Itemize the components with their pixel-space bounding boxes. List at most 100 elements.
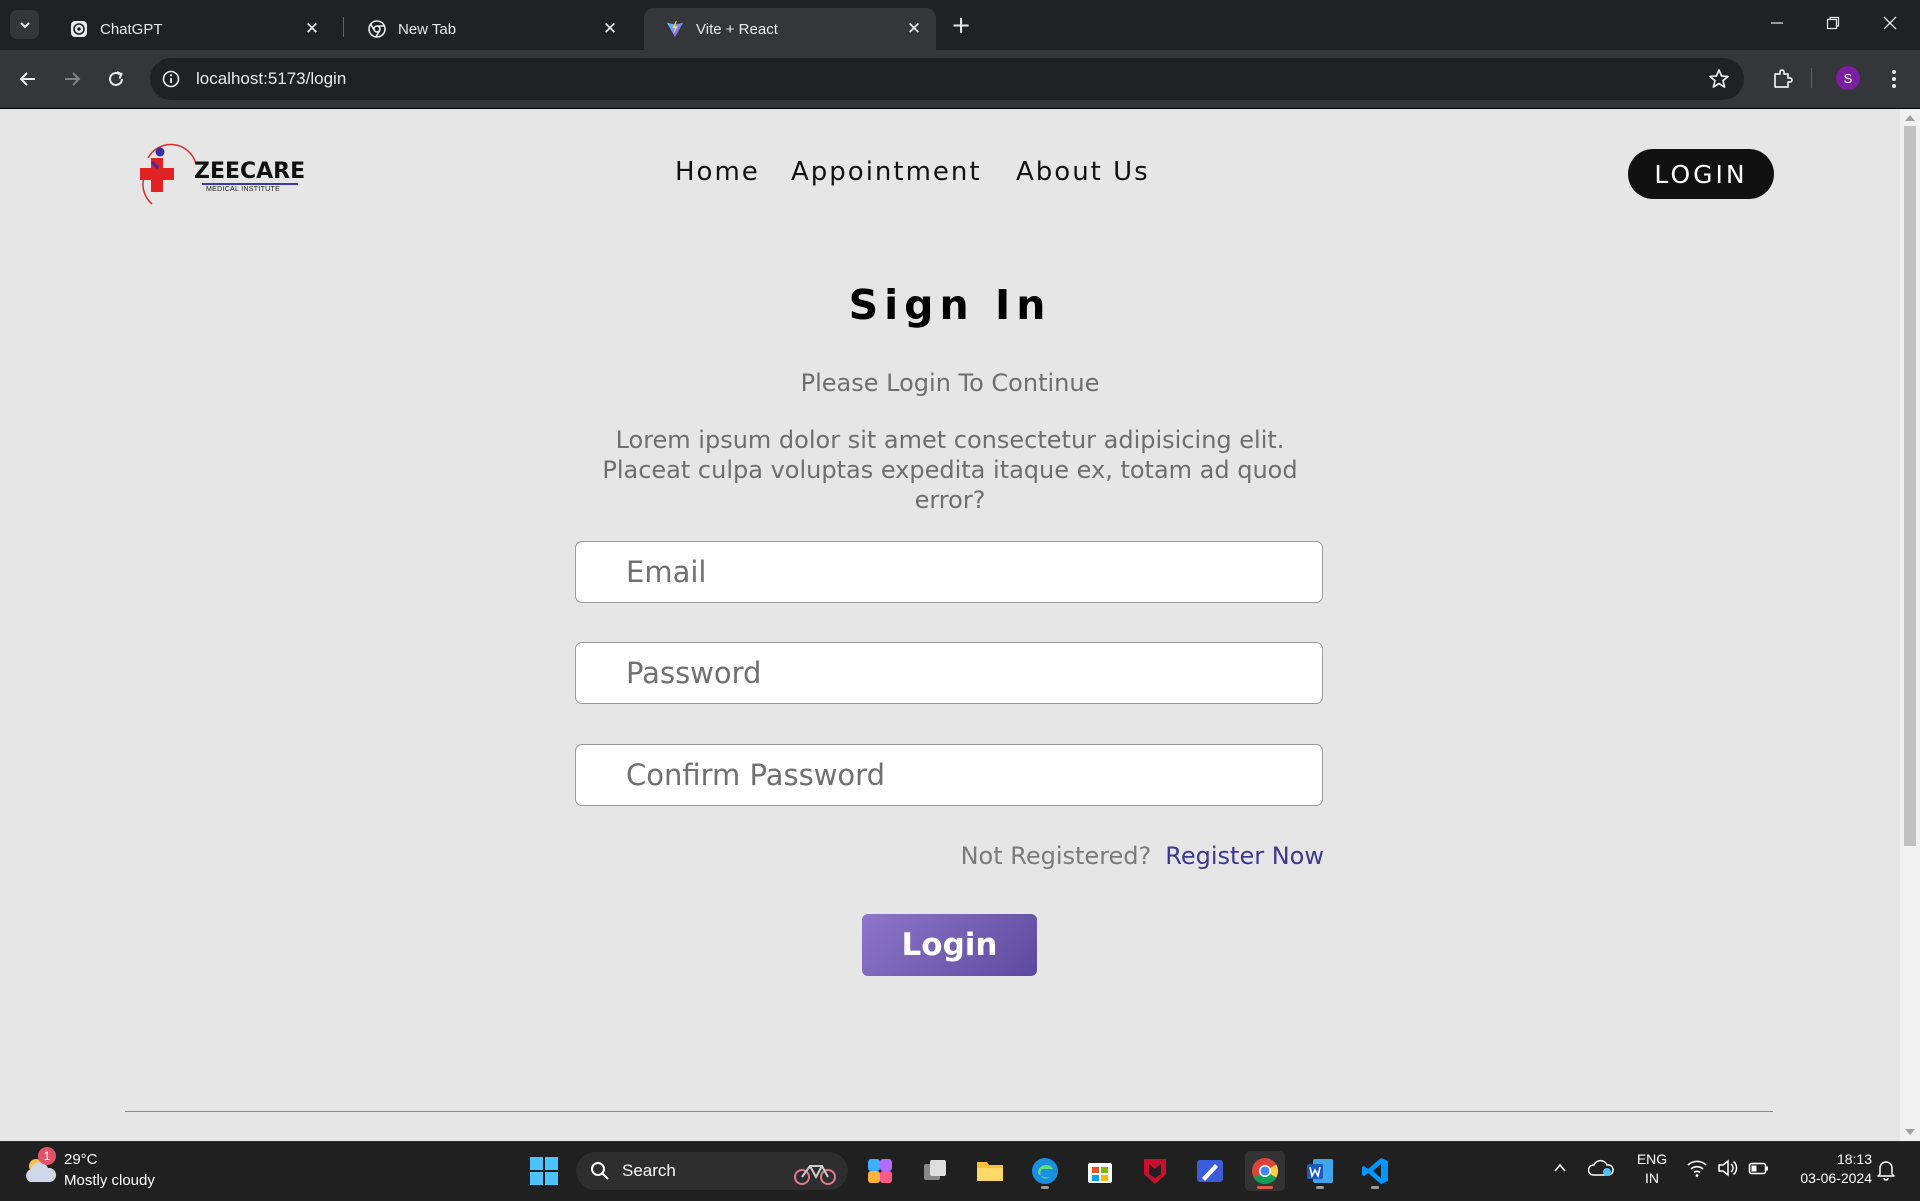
task-view-icon xyxy=(924,1160,946,1180)
edge-app[interactable] xyxy=(1025,1151,1065,1191)
chrome-menu-button[interactable] xyxy=(1880,65,1908,93)
web-page: ZEECARE MEDICAL INSTITUTE Home Appointme… xyxy=(0,109,1900,1141)
tab-separator xyxy=(343,17,344,37)
taskbar-search[interactable]: Search xyxy=(576,1152,848,1190)
tab-vite-react[interactable]: Vite + React ✕ xyxy=(644,8,936,50)
battery-icon xyxy=(1748,1162,1769,1175)
scroll-up-arrow-icon[interactable] xyxy=(1905,115,1915,121)
task-view-app[interactable] xyxy=(915,1151,955,1191)
nav-about-us[interactable]: About Us xyxy=(1016,157,1150,187)
page-scrollbar[interactable] xyxy=(1900,109,1920,1141)
windows-logo-icon xyxy=(530,1157,558,1185)
store-app[interactable] xyxy=(1080,1151,1120,1191)
bookmark-star-icon[interactable] xyxy=(1708,68,1730,94)
tab-title: Vite + React xyxy=(696,20,778,38)
chevron-up-icon xyxy=(1554,1163,1566,1172)
language-indicator[interactable]: ENG IN xyxy=(1632,1151,1672,1186)
nav-home[interactable]: Home xyxy=(675,157,760,187)
register-now-link[interactable]: Register Now xyxy=(1165,842,1324,870)
site-info-icon[interactable] xyxy=(160,68,182,90)
tab-strip: ChatGPT ✕ New Tab ✕ Vite + React ✕ + xyxy=(0,0,1920,50)
page-title: Sign In xyxy=(848,281,1052,329)
page-subtitle: Please Login To Continue xyxy=(800,369,1100,397)
logo-name: ZEECARE xyxy=(194,159,306,184)
confirm-password-field xyxy=(575,744,1323,806)
clock-date: 03-06-2024 xyxy=(1800,1170,1872,1186)
show-hidden-icons-button[interactable] xyxy=(1552,1160,1568,1180)
footer-divider xyxy=(125,1111,1773,1112)
close-icon[interactable]: ✕ xyxy=(600,19,620,39)
chrome-icon xyxy=(368,20,386,38)
chrome-app[interactable] xyxy=(1245,1151,1285,1191)
notifications-button[interactable] xyxy=(1876,1159,1896,1185)
scroll-down-arrow-icon[interactable] xyxy=(1905,1129,1915,1135)
logo-underline xyxy=(202,183,298,185)
word-app[interactable] xyxy=(1300,1151,1340,1191)
browser-toolbar: localhost:5173/login xyxy=(0,50,1920,109)
site-logo[interactable]: ZEECARE MEDICAL INSTITUTE xyxy=(138,142,305,210)
bell-icon xyxy=(1877,1161,1895,1181)
reload-button[interactable] xyxy=(100,63,132,95)
wifi-icon xyxy=(1687,1160,1707,1177)
running-indicator xyxy=(1316,1186,1324,1189)
not-registered-text: Not Registered? xyxy=(960,842,1152,870)
page-description: Lorem ipsum dolor sit amet consectetur a… xyxy=(602,426,1298,514)
tab-new-tab[interactable]: New Tab ✕ xyxy=(346,8,632,50)
extensions-button[interactable] xyxy=(1768,65,1796,93)
tab-title: ChatGPT xyxy=(100,20,163,38)
region-code: IN xyxy=(1645,1170,1659,1186)
language-code: ENG xyxy=(1636,1151,1668,1167)
tab-search-button[interactable] xyxy=(10,10,39,39)
address-bar[interactable]: localhost:5173/login xyxy=(150,58,1744,100)
mcafee-app[interactable] xyxy=(1135,1151,1175,1191)
weather-description: Mostly cloudy xyxy=(64,1172,155,1189)
file-explorer-app[interactable] xyxy=(970,1151,1010,1191)
weather-badge: 1 xyxy=(38,1147,56,1165)
running-indicator xyxy=(1371,1186,1379,1189)
login-submit-button[interactable]: Login xyxy=(862,914,1037,976)
store-icon xyxy=(1088,1163,1112,1183)
chatgpt-icon xyxy=(70,20,88,38)
minimize-button[interactable] xyxy=(1757,8,1797,38)
folder-icon xyxy=(977,1162,1003,1181)
more-vertical-icon xyxy=(1892,70,1896,88)
vscode-app[interactable] xyxy=(1355,1151,1395,1191)
arrow-right-icon xyxy=(65,72,81,86)
password-field xyxy=(575,642,1323,704)
close-icon xyxy=(1883,16,1897,30)
medical-cross-logo-icon xyxy=(140,143,197,205)
start-button[interactable] xyxy=(524,1151,564,1191)
word-icon xyxy=(1307,1159,1333,1183)
header-login-button[interactable]: LOGIN xyxy=(1628,149,1774,199)
quick-settings[interactable] xyxy=(1686,1158,1770,1182)
password-input[interactable] xyxy=(576,643,1322,703)
onedrive-tray[interactable] xyxy=(1587,1158,1614,1182)
close-icon[interactable]: ✕ xyxy=(302,19,322,39)
scrollbar-thumb[interactable] xyxy=(1904,126,1916,846)
close-icon[interactable]: ✕ xyxy=(904,19,924,39)
copilot-app[interactable] xyxy=(860,1151,900,1191)
restore-button[interactable] xyxy=(1813,8,1853,38)
email-input[interactable] xyxy=(576,542,1322,602)
profile-avatar[interactable]: S xyxy=(1836,66,1860,90)
search-icon xyxy=(591,1162,609,1180)
mcafee-shield-icon xyxy=(1144,1159,1166,1184)
url-text[interactable]: localhost:5173/login xyxy=(196,69,346,89)
active-indicator xyxy=(1257,1186,1273,1189)
logo-subtitle: MEDICAL INSTITUTE xyxy=(206,186,281,193)
toolbar-separator xyxy=(1811,68,1812,88)
tab-chatgpt[interactable]: ChatGPT ✕ xyxy=(48,8,334,50)
confirm-password-input[interactable] xyxy=(576,745,1322,805)
new-tab-button[interactable]: + xyxy=(948,11,974,39)
back-button[interactable] xyxy=(12,63,44,95)
vite-icon xyxy=(666,20,684,38)
nav-appointment[interactable]: Appointment xyxy=(791,157,982,187)
puzzle-icon xyxy=(1774,69,1793,88)
close-window-button[interactable] xyxy=(1870,8,1910,38)
forward-button[interactable] xyxy=(56,63,88,95)
whiteboard-app[interactable] xyxy=(1190,1151,1230,1191)
chevron-down-icon xyxy=(19,21,30,28)
clock[interactable]: 18:13 03-06-2024 xyxy=(1782,1151,1872,1186)
register-prompt: Not Registered? Register Now xyxy=(961,842,1324,870)
arrow-left-icon xyxy=(19,72,35,86)
